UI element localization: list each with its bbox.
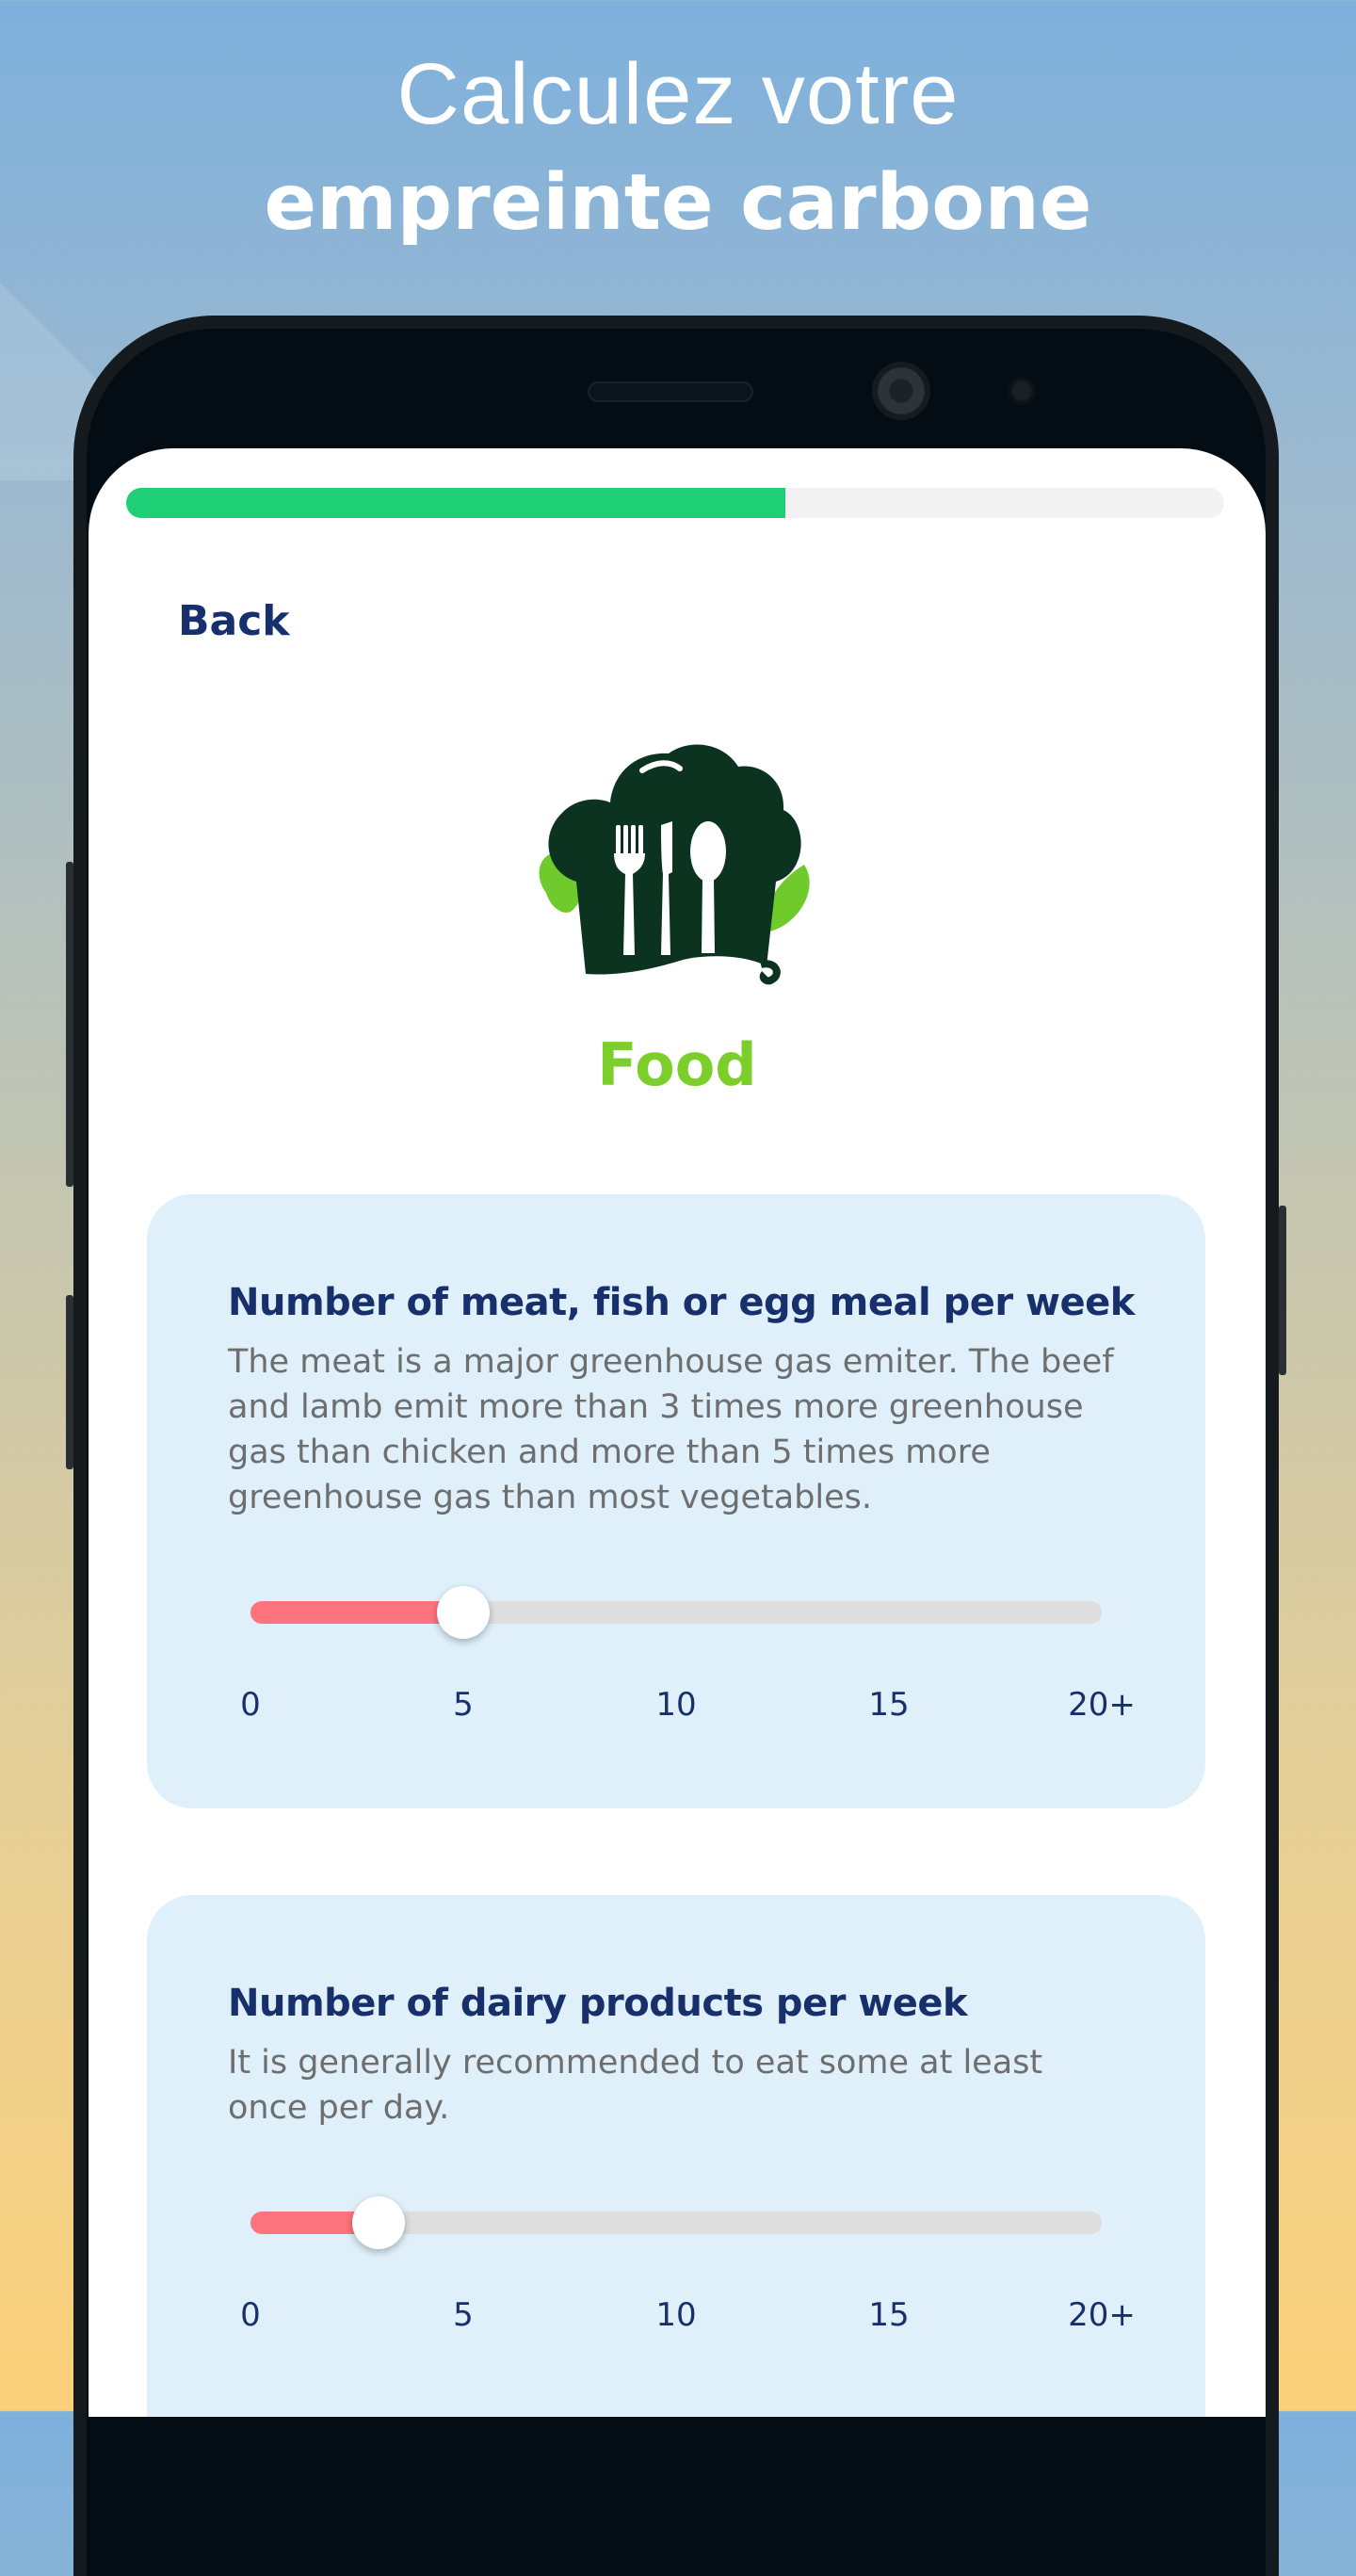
category-title: Food xyxy=(597,1030,757,1099)
question-card-dairy: Number of dairy products per week It is … xyxy=(147,1895,1205,2417)
slider-tick: 5 xyxy=(453,2296,474,2334)
slider-tick: 10 xyxy=(655,2296,697,2334)
bixby-button xyxy=(66,1295,73,1469)
dairy-products-slider[interactable] xyxy=(250,2196,1102,2249)
progress-bar xyxy=(126,488,1224,518)
back-button[interactable]: Back xyxy=(178,597,290,645)
chef-hat-cutlery-icon xyxy=(539,744,810,985)
slider-tick: 20+ xyxy=(1068,1686,1136,1724)
power-button xyxy=(1279,1206,1286,1375)
front-camera xyxy=(872,362,930,420)
slider-tick: 15 xyxy=(868,2296,910,2334)
meat-meals-slider[interactable] xyxy=(250,1586,1102,1639)
slider-thumb[interactable] xyxy=(351,2196,405,2249)
slider-tick: 10 xyxy=(655,1686,697,1724)
question-description: The meat is a major greenhouse gas emite… xyxy=(228,1343,1114,1516)
slider-fill xyxy=(250,1601,463,1624)
proximity-sensor xyxy=(1008,377,1036,405)
question-card-meat: Number of meat, fish or egg meal per wee… xyxy=(147,1194,1205,1808)
slider-tick: 0 xyxy=(240,1686,261,1724)
earpiece-speaker xyxy=(588,381,753,402)
volume-button xyxy=(66,862,73,1187)
slider-tick: 15 xyxy=(868,1686,910,1724)
app-screen: Back Food Number of meat, fish or egg me… xyxy=(89,448,1266,2417)
question-title: Number of dairy products per week xyxy=(228,1982,968,2025)
question-description: It is generally recommended to eat some … xyxy=(228,2044,1043,2127)
slider-tick: 5 xyxy=(453,1686,474,1724)
progress-bar-fill xyxy=(126,488,785,518)
slider-tick: 20+ xyxy=(1068,2296,1136,2334)
banner-line-2: empreinte carbone xyxy=(264,158,1092,248)
banner-line-1: Calculez votre xyxy=(396,46,960,142)
slider-thumb[interactable] xyxy=(437,1586,490,1639)
slider-tick: 0 xyxy=(240,2296,261,2334)
question-title: Number of meat, fish or egg meal per wee… xyxy=(228,1281,1135,1324)
